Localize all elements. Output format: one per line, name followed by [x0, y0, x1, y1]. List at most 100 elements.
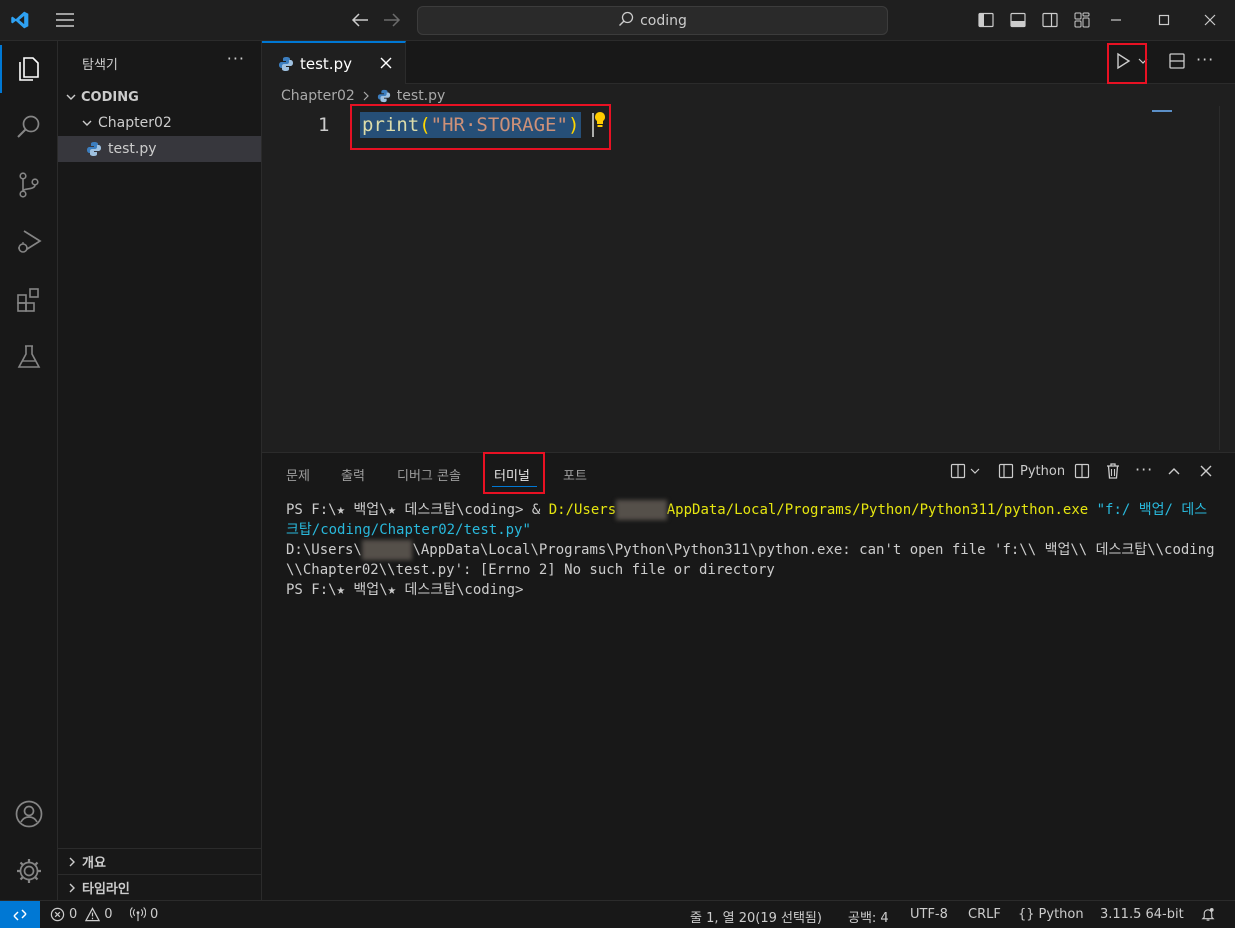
tab-label: test.py [300, 54, 352, 73]
notifications-bell-icon[interactable] [1201, 907, 1215, 922]
problems-indicator[interactable]: 0 0 [50, 907, 113, 922]
explorer-more-button[interactable]: ··· [227, 49, 245, 68]
redacted-username: xxxxxx [616, 500, 667, 520]
breadcrumb-folder[interactable]: Chapter02 [281, 88, 355, 104]
bottom-panel: 문제 출력 디버그 콘솔 터미널 포트 Python ··· PS F:\★ 백… [262, 452, 1235, 900]
maximize-icon[interactable] [1154, 10, 1174, 30]
split-editor-icon[interactable] [1168, 52, 1186, 74]
explorer-title: 탐색기 [82, 58, 118, 73]
tree-root-coding[interactable]: CODING [58, 84, 261, 110]
close-tab-icon[interactable] [379, 56, 393, 70]
search-text: coding [640, 12, 687, 29]
breadcrumb-file[interactable]: test.py [397, 88, 446, 104]
chevron-down-icon [79, 115, 95, 131]
back-arrow-icon[interactable] [348, 8, 372, 32]
warning-icon [85, 907, 101, 922]
root-folder-label: CODING [81, 89, 139, 105]
code-string: "HR·STORAGE" [430, 114, 568, 136]
terminal-layout-button[interactable] [950, 463, 980, 479]
forward-arrow-icon[interactable] [380, 8, 404, 32]
terminal-output[interactable]: PS F:\★ 백업\★ 데스크탑\coding> & D:/Usersxxxx… [286, 500, 1216, 600]
timeline-section[interactable]: 타임라인 [58, 874, 261, 900]
terminal-line-2-b: \AppData\Local\Programs\Python\Python311… [286, 542, 1215, 578]
maximize-panel-chevron-up-icon[interactable] [1167, 464, 1181, 482]
minimap-line [1152, 110, 1172, 112]
activity-bar [0, 41, 58, 900]
terminal-shell-selector[interactable]: Python [998, 463, 1065, 479]
warning-count: 0 [104, 907, 113, 922]
tab-ports[interactable]: 포트 [563, 465, 587, 484]
tree-folder-chapter02[interactable]: Chapter02 [58, 110, 261, 136]
command-center-search[interactable]: coding [417, 6, 888, 35]
file-label: test.py [108, 141, 157, 157]
tab-terminal[interactable]: 터미널 [494, 465, 530, 484]
close-panel-icon[interactable] [1199, 464, 1213, 482]
chevron-right-icon [361, 91, 371, 101]
cursor-position[interactable]: 줄 1, 열 20(19 선택됨) [690, 907, 822, 926]
status-bar: 0 0 0 줄 1, 열 20(19 선택됨) 공백: 4 UTF-8 CRLF… [0, 900, 1235, 928]
chevron-right-icon [64, 880, 80, 896]
minimize-icon[interactable] [1106, 10, 1126, 30]
split-panel-icon[interactable] [1074, 463, 1090, 483]
explorer-icon[interactable] [0, 45, 58, 93]
code-line[interactable]: print("HR·STORAGE") [360, 112, 582, 138]
broadcast-icon [130, 907, 146, 922]
python-file-icon [377, 89, 391, 103]
source-control-icon[interactable] [0, 161, 58, 209]
extensions-icon[interactable] [0, 276, 58, 324]
run-dropdown-chevron-icon [1138, 58, 1148, 64]
timeline-label: 타임라인 [82, 882, 130, 897]
error-count: 0 [69, 907, 78, 922]
active-tab-underline [492, 486, 537, 487]
toggle-sidebar-icon[interactable] [976, 10, 996, 30]
braces-icon: {} [1018, 907, 1035, 922]
split-terminal-icon [950, 463, 966, 479]
breadcrumb: Chapter02 test.py [281, 88, 445, 104]
python-file-icon [86, 141, 102, 157]
menu-icon[interactable] [52, 8, 78, 32]
toggle-panel-icon[interactable] [1008, 10, 1028, 30]
run-debug-icon[interactable] [0, 218, 58, 266]
python-interpreter[interactable]: 3.11.5 64-bit [1100, 907, 1184, 922]
search-view-icon[interactable] [0, 103, 58, 151]
python-file-icon [278, 56, 294, 72]
tab-test-py[interactable]: test.py [262, 41, 406, 84]
code-paren-open: ( [419, 114, 431, 136]
account-icon[interactable] [0, 790, 58, 838]
indentation[interactable]: 공백: 4 [848, 907, 889, 926]
editor-more-actions-icon[interactable]: ··· [1196, 50, 1214, 69]
vertical-scrollbar-track[interactable] [1219, 106, 1220, 450]
line-number: 1 [318, 114, 330, 136]
title-bar: coding [0, 0, 1235, 41]
language-label: Python [1038, 907, 1084, 922]
trash-icon[interactable] [1105, 462, 1121, 484]
run-python-file-button[interactable] [1114, 52, 1148, 70]
chevron-down-icon [63, 89, 79, 105]
testing-flask-icon[interactable] [0, 333, 58, 381]
lightbulb-icon[interactable] [594, 111, 606, 133]
language-mode[interactable]: {} Python [1018, 907, 1084, 922]
editor-area[interactable]: Chapter02 test.py 1 print("HR·STORAGE") [262, 84, 1235, 452]
folder-label: Chapter02 [98, 115, 172, 131]
settings-gear-icon[interactable] [0, 847, 58, 895]
outline-section[interactable]: 개요 [58, 848, 261, 874]
encoding[interactable]: UTF-8 [910, 907, 948, 922]
explorer-sidebar: 탐색기 ··· CODING Chapter02 test.py 개요 타임라인 [58, 41, 262, 900]
tab-debug-console[interactable]: 디버그 콘솔 [397, 465, 461, 484]
vscode-logo-icon [8, 8, 32, 32]
customize-layout-icon[interactable] [1072, 10, 1092, 30]
remote-indicator-icon[interactable] [0, 901, 40, 928]
code-function: print [362, 114, 420, 136]
tab-output[interactable]: 출력 [341, 465, 365, 484]
toggle-secondary-sidebar-icon[interactable] [1040, 10, 1060, 30]
terminal-line-1-exe-a: D:/Users [548, 502, 617, 518]
tab-problems[interactable]: 문제 [286, 465, 310, 484]
panel-more-actions-icon[interactable]: ··· [1135, 460, 1153, 479]
ports-indicator[interactable]: 0 [130, 907, 158, 922]
search-icon [618, 11, 634, 31]
close-window-icon[interactable] [1200, 10, 1220, 30]
end-of-line[interactable]: CRLF [968, 907, 1001, 922]
editor-tab-bar: test.py ··· [262, 41, 1235, 84]
tree-file-test-py[interactable]: test.py [58, 136, 261, 162]
chevron-right-icon [64, 854, 80, 870]
